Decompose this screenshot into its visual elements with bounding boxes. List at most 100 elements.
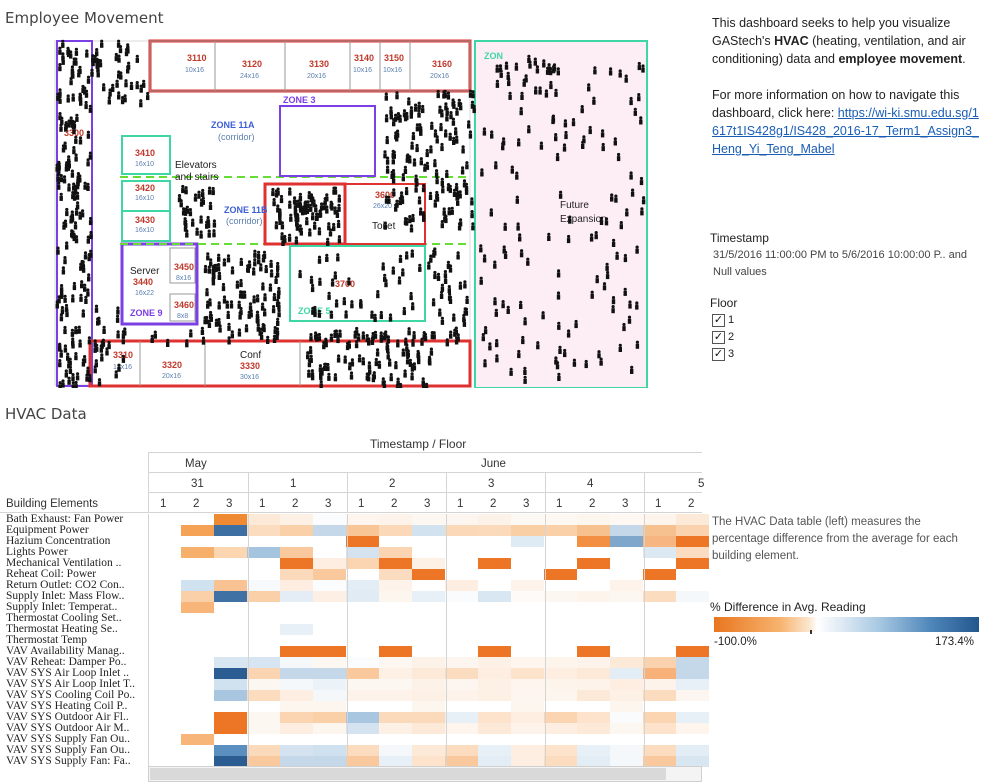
heatmap-cell[interactable] bbox=[280, 712, 313, 723]
person-icon[interactable] bbox=[142, 79, 146, 83]
person-icon[interactable] bbox=[544, 89, 549, 93]
person-icon[interactable] bbox=[309, 275, 314, 279]
heatmap-cell[interactable] bbox=[214, 679, 247, 690]
person-icon[interactable] bbox=[121, 333, 126, 339]
heatmap-cell[interactable] bbox=[610, 580, 643, 591]
person-icon[interactable] bbox=[80, 280, 84, 284]
heatmap-cell[interactable] bbox=[280, 514, 313, 525]
heatmap-cell[interactable] bbox=[544, 723, 577, 734]
person-icon[interactable] bbox=[624, 74, 628, 78]
person-icon[interactable] bbox=[405, 343, 409, 347]
person-icon[interactable] bbox=[95, 51, 99, 57]
person-icon[interactable] bbox=[523, 378, 527, 384]
person-icon[interactable] bbox=[588, 129, 592, 135]
person-icon[interactable] bbox=[256, 323, 260, 327]
heatmap-cell[interactable] bbox=[379, 657, 412, 668]
person-icon[interactable] bbox=[449, 114, 453, 120]
person-icon[interactable] bbox=[533, 57, 537, 61]
person-icon[interactable] bbox=[142, 82, 146, 88]
heatmap-cell[interactable] bbox=[346, 745, 379, 756]
person-icon[interactable] bbox=[502, 245, 506, 249]
heatmap-cell[interactable] bbox=[577, 745, 610, 756]
person-icon[interactable] bbox=[615, 251, 619, 255]
person-icon[interactable] bbox=[318, 280, 322, 286]
person-icon[interactable] bbox=[462, 179, 467, 183]
person-icon[interactable] bbox=[74, 380, 78, 385]
person-icon[interactable] bbox=[389, 376, 393, 382]
person-icon[interactable] bbox=[211, 273, 215, 277]
person-icon[interactable] bbox=[358, 354, 362, 358]
person-icon[interactable] bbox=[635, 245, 639, 249]
person-icon[interactable] bbox=[381, 262, 385, 266]
person-icon[interactable] bbox=[217, 301, 221, 305]
person-icon[interactable] bbox=[563, 348, 567, 353]
person-icon[interactable] bbox=[263, 296, 267, 302]
person-icon[interactable] bbox=[417, 109, 421, 113]
heatmap-cell[interactable] bbox=[247, 712, 280, 723]
person-icon[interactable] bbox=[65, 211, 69, 217]
person-icon[interactable] bbox=[479, 244, 483, 248]
person-icon[interactable] bbox=[59, 195, 63, 201]
person-icon[interactable] bbox=[74, 156, 78, 162]
person-icon[interactable] bbox=[611, 305, 615, 309]
person-icon[interactable] bbox=[207, 229, 211, 233]
heatmap-cell[interactable] bbox=[346, 723, 379, 734]
person-icon[interactable] bbox=[359, 299, 363, 303]
person-icon[interactable] bbox=[86, 291, 90, 297]
person-icon[interactable] bbox=[385, 342, 389, 346]
person-icon[interactable] bbox=[310, 375, 315, 381]
person-icon[interactable] bbox=[248, 302, 253, 306]
person-icon[interactable] bbox=[344, 313, 348, 319]
person-icon[interactable] bbox=[237, 331, 242, 337]
person-icon[interactable] bbox=[519, 110, 523, 116]
person-icon[interactable] bbox=[306, 351, 310, 355]
person-icon[interactable] bbox=[324, 339, 328, 343]
person-icon[interactable] bbox=[430, 121, 434, 125]
person-icon[interactable] bbox=[370, 310, 374, 314]
person-icon[interactable] bbox=[597, 353, 601, 359]
person-icon[interactable] bbox=[307, 191, 311, 195]
person-icon[interactable] bbox=[637, 61, 641, 66]
person-icon[interactable] bbox=[257, 256, 261, 260]
person-icon[interactable] bbox=[317, 332, 321, 337]
heatmap-cell[interactable] bbox=[544, 712, 577, 723]
person-icon[interactable] bbox=[371, 331, 375, 336]
person-icon[interactable] bbox=[71, 376, 75, 382]
person-icon[interactable] bbox=[206, 255, 210, 261]
person-icon[interactable] bbox=[61, 52, 65, 56]
person-icon[interactable] bbox=[433, 199, 437, 203]
person-icon[interactable] bbox=[568, 218, 572, 224]
person-icon[interactable] bbox=[81, 361, 86, 367]
person-icon[interactable] bbox=[107, 340, 111, 345]
person-icon[interactable] bbox=[126, 43, 130, 47]
person-icon[interactable] bbox=[547, 63, 551, 67]
person-icon[interactable] bbox=[74, 235, 79, 239]
heatmap-cell[interactable] bbox=[511, 591, 544, 602]
person-icon[interactable] bbox=[357, 357, 362, 363]
person-icon[interactable] bbox=[400, 199, 405, 205]
person-icon[interactable] bbox=[397, 279, 402, 285]
person-icon[interactable] bbox=[592, 99, 596, 105]
person-icon[interactable] bbox=[56, 249, 60, 255]
person-icon[interactable] bbox=[470, 100, 475, 104]
person-icon[interactable] bbox=[225, 303, 229, 309]
person-icon[interactable] bbox=[329, 310, 333, 314]
person-icon[interactable] bbox=[490, 133, 494, 139]
person-icon[interactable] bbox=[392, 188, 396, 192]
person-icon[interactable] bbox=[407, 327, 411, 331]
person-icon[interactable] bbox=[455, 107, 459, 111]
heatmap-cell[interactable] bbox=[643, 712, 676, 723]
person-icon[interactable] bbox=[444, 129, 448, 133]
person-icon[interactable] bbox=[395, 94, 399, 100]
person-icon[interactable] bbox=[59, 313, 64, 317]
person-icon[interactable] bbox=[69, 116, 73, 120]
person-icon[interactable] bbox=[185, 342, 189, 348]
person-icon[interactable] bbox=[523, 320, 527, 326]
person-icon[interactable] bbox=[69, 50, 73, 54]
person-icon[interactable] bbox=[563, 352, 567, 358]
heatmap-cell[interactable] bbox=[214, 657, 247, 668]
person-icon[interactable] bbox=[73, 221, 78, 225]
person-icon[interactable] bbox=[455, 110, 459, 116]
heatmap-cell[interactable] bbox=[247, 591, 280, 602]
person-icon[interactable] bbox=[319, 375, 323, 381]
